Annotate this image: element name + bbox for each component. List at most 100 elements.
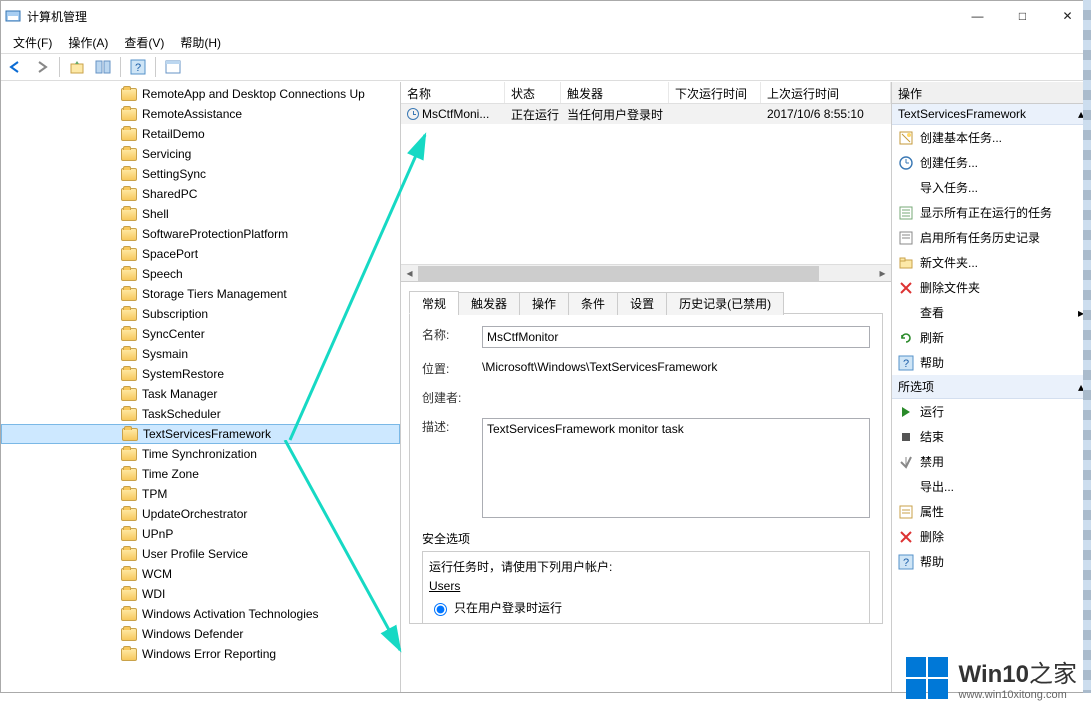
tree-item[interactable]: Sysmain: [1, 344, 400, 364]
action-item[interactable]: ?帮助: [892, 549, 1090, 574]
up-button[interactable]: [66, 56, 88, 78]
tab-history[interactable]: 历史记录(已禁用): [666, 292, 784, 315]
menubar: 文件(F) 操作(A) 查看(V) 帮助(H): [1, 31, 1090, 53]
horizontal-scrollbar[interactable]: ◂ ▸: [401, 264, 891, 281]
tree-item[interactable]: Windows Activation Technologies: [1, 604, 400, 624]
tree-item[interactable]: RemoteApp and Desktop Connections Up: [1, 84, 400, 104]
radio-logged-on-input[interactable]: [434, 603, 447, 616]
menu-help[interactable]: 帮助(H): [174, 32, 227, 53]
action-item[interactable]: 结束: [892, 424, 1090, 449]
tree-item[interactable]: TPM: [1, 484, 400, 504]
tree-item[interactable]: Windows Error Reporting: [1, 644, 400, 664]
show-hide-button[interactable]: [92, 56, 114, 78]
folder-icon: [121, 368, 137, 381]
toolbar-separator: [59, 57, 60, 77]
tree-item[interactable]: Servicing: [1, 144, 400, 164]
col-state[interactable]: 状态: [505, 82, 561, 103]
action-item[interactable]: 禁用: [892, 449, 1090, 474]
maximize-button[interactable]: □: [1000, 1, 1045, 31]
minimize-button[interactable]: —: [955, 1, 1000, 31]
tree-item[interactable]: Time Zone: [1, 464, 400, 484]
action-item[interactable]: 显示所有正在运行的任务: [892, 200, 1090, 225]
scroll-track[interactable]: [418, 265, 874, 282]
tree-item[interactable]: Shell: [1, 204, 400, 224]
tab-triggers[interactable]: 触发器: [458, 292, 520, 315]
tree-item[interactable]: WCM: [1, 564, 400, 584]
task-last: 2017/10/6 8:55:10: [761, 105, 891, 123]
name-field[interactable]: MsCtfMonitor: [482, 326, 870, 348]
tree-item[interactable]: SoftwareProtectionPlatform: [1, 224, 400, 244]
menu-view[interactable]: 查看(V): [118, 32, 170, 53]
tree-item[interactable]: RetailDemo: [1, 124, 400, 144]
action-item[interactable]: 删除文件夹: [892, 275, 1090, 300]
action-item[interactable]: 导入任务...: [892, 175, 1090, 200]
tree-item[interactable]: Task Manager: [1, 384, 400, 404]
action-item[interactable]: ?帮助: [892, 350, 1090, 375]
desc-field[interactable]: TextServicesFramework monitor task: [482, 418, 870, 518]
task-row[interactable]: MsCtfMoni... 正在运行 当任何用户登录时 2017/10/6 8:5…: [401, 104, 891, 124]
scroll-thumb[interactable]: [418, 266, 819, 281]
tree-item[interactable]: Subscription: [1, 304, 400, 324]
tree-item[interactable]: Storage Tiers Management: [1, 284, 400, 304]
delete-icon: [898, 529, 914, 545]
tree-item[interactable]: UpdateOrchestrator: [1, 504, 400, 524]
blank-icon: [898, 180, 914, 196]
tree-item[interactable]: UPnP: [1, 524, 400, 544]
pane-button[interactable]: [162, 56, 184, 78]
tree-item[interactable]: User Profile Service: [1, 544, 400, 564]
radio-logged-on[interactable]: 只在用户登录时运行: [429, 599, 863, 616]
action-item[interactable]: 属性: [892, 499, 1090, 524]
action-item[interactable]: 新文件夹...: [892, 250, 1090, 275]
col-name[interactable]: 名称: [401, 82, 505, 103]
tree-item[interactable]: Speech: [1, 264, 400, 284]
tree-sidebar[interactable]: RemoteApp and Desktop Connections UpRemo…: [1, 82, 401, 692]
action-item[interactable]: 创建基本任务...: [892, 125, 1090, 150]
folder-icon: [121, 288, 137, 301]
col-last[interactable]: 上次运行时间: [761, 82, 891, 103]
forward-button[interactable]: [31, 56, 53, 78]
tree-item[interactable]: Time Synchronization: [1, 444, 400, 464]
action-item[interactable]: 删除: [892, 524, 1090, 549]
scroll-left-icon[interactable]: ◂: [401, 265, 418, 282]
tree-item[interactable]: TaskScheduler: [1, 404, 400, 424]
back-button[interactable]: [5, 56, 27, 78]
action-item[interactable]: 刷新: [892, 325, 1090, 350]
tab-ops[interactable]: 操作: [519, 292, 569, 315]
col-next[interactable]: 下次运行时间: [669, 82, 761, 103]
scroll-right-icon[interactable]: ▸: [874, 265, 891, 282]
tree-item-label: RetailDemo: [142, 127, 205, 141]
toolbar-separator: [155, 57, 156, 77]
menu-file[interactable]: 文件(F): [7, 32, 58, 53]
action-item[interactable]: 创建任务...: [892, 150, 1090, 175]
tab-cond[interactable]: 条件: [568, 292, 618, 315]
folder-icon: [121, 128, 137, 141]
radio-2-input[interactable]: [434, 623, 447, 624]
help-icon[interactable]: ?: [127, 56, 149, 78]
loc-label: 位置:: [422, 360, 482, 377]
action-item[interactable]: 导出...: [892, 474, 1090, 499]
radio-row-2[interactable]: …: [429, 620, 863, 624]
tree-item[interactable]: TextServicesFramework: [1, 424, 400, 444]
action-item[interactable]: 查看▸: [892, 300, 1090, 325]
tree-item[interactable]: SyncCenter: [1, 324, 400, 344]
tree-item[interactable]: SharedPC: [1, 184, 400, 204]
tree-item[interactable]: SettingSync: [1, 164, 400, 184]
tree-item[interactable]: WDI: [1, 584, 400, 604]
tree-item[interactable]: SpacePort: [1, 244, 400, 264]
tab-settings[interactable]: 设置: [617, 292, 667, 315]
action-item[interactable]: 运行: [892, 399, 1090, 424]
tree-item[interactable]: Windows Defender: [1, 624, 400, 644]
action-item[interactable]: 启用所有任务历史记录: [892, 225, 1090, 250]
radio-2-label: …: [454, 621, 466, 624]
folder-icon: [121, 528, 137, 541]
tree-item-label: TextServicesFramework: [143, 427, 271, 441]
menu-action[interactable]: 操作(A): [62, 32, 114, 53]
list-header: 名称 状态 触发器 下次运行时间 上次运行时间: [401, 82, 891, 104]
actions-section-2[interactable]: 所选项 ▴: [892, 375, 1090, 399]
refresh-icon: [898, 330, 914, 346]
col-trigger[interactable]: 触发器: [561, 82, 669, 103]
tree-item[interactable]: SystemRestore: [1, 364, 400, 384]
actions-section-1[interactable]: TextServicesFramework ▴: [892, 104, 1090, 125]
tab-general[interactable]: 常规: [409, 291, 459, 314]
tree-item[interactable]: RemoteAssistance: [1, 104, 400, 124]
